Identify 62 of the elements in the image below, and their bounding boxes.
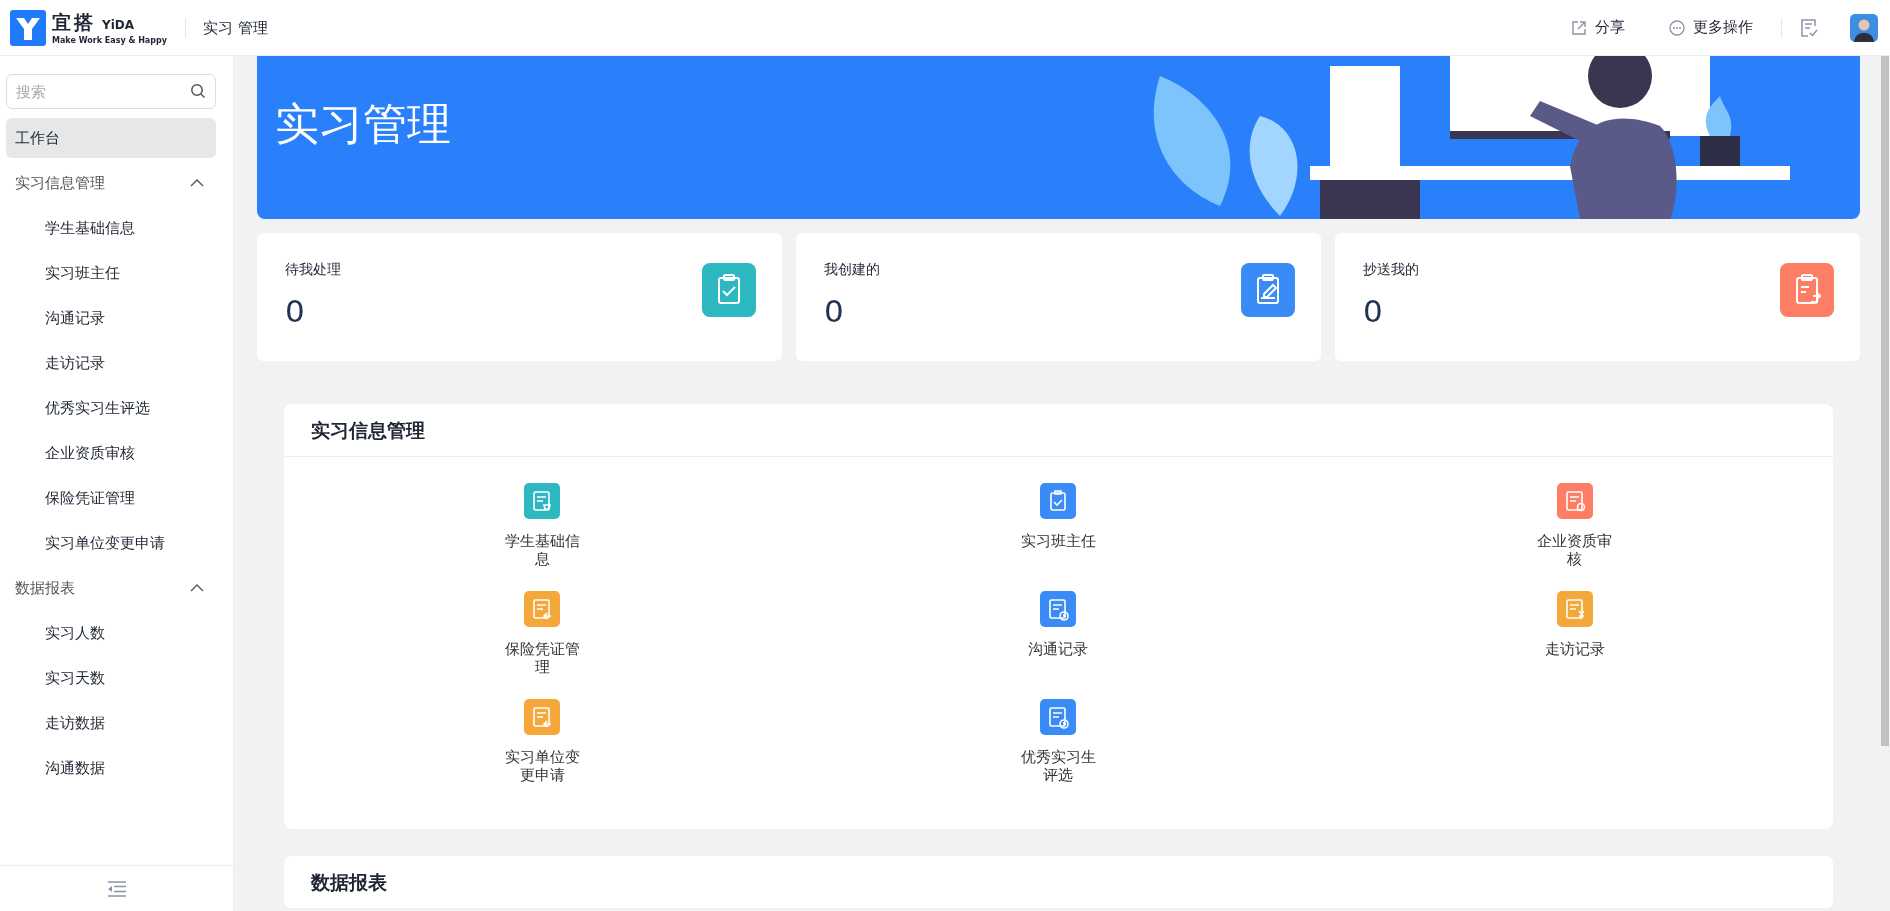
app-entry[interactable]: 实习单位变更申请 <box>284 699 801 807</box>
app-entry[interactable]: 沟通记录 <box>800 591 1317 699</box>
group-label: 数据报表 <box>15 578 75 598</box>
sidebar-item[interactable]: 沟通数据 <box>6 748 216 788</box>
avatar[interactable] <box>1850 13 1878 42</box>
section-title: 数据报表 <box>284 856 1833 909</box>
group-label: 实习信息管理 <box>15 173 105 193</box>
sidebar-item[interactable]: 实习单位变更申请 <box>6 523 216 563</box>
app-entry[interactable]: 实习班主任 <box>800 483 1317 591</box>
app-entry-label: 企业资质审核 <box>1536 532 1614 568</box>
logo-icon <box>10 9 46 46</box>
sidebar-item[interactable]: 实习人数 <box>6 613 216 653</box>
app-entry-label: 走访记录 <box>1543 640 1606 658</box>
app-entry-label: 实习单位变更申请 <box>503 748 581 784</box>
stat-card[interactable]: 抄送我的 0 <box>1335 233 1860 361</box>
sidebar-item[interactable]: 优秀实习生评选 <box>6 388 216 428</box>
logo-wordmark: YiDA <box>102 18 135 32</box>
sidebar-group[interactable]: 数据报表 <box>6 568 216 608</box>
share-icon <box>1571 19 1587 36</box>
sidebar-item[interactable]: 保险凭证管理 <box>6 478 216 518</box>
app-entry[interactable]: 企业资质审核 <box>1316 483 1833 591</box>
stat-label: 抄送我的 <box>1363 261 1419 279</box>
chevron-icon <box>190 179 204 187</box>
app-entry-label: 沟通记录 <box>1027 640 1090 658</box>
checklist-icon[interactable] <box>1800 17 1818 38</box>
sidebar-item[interactable]: 实习班主任 <box>6 253 216 293</box>
more-icon <box>1669 19 1685 36</box>
search-field[interactable]: 搜索 <box>6 74 216 109</box>
app-entry[interactable]: 优秀实习生评选 <box>800 699 1317 807</box>
app-title: 实习 管理 <box>184 17 268 38</box>
stat-label: 我创建的 <box>824 261 880 279</box>
banner-title: 实习管理 <box>275 97 451 151</box>
stat-count: 0 <box>285 293 306 329</box>
sidebar-item[interactable]: 实习天数 <box>6 658 216 698</box>
logo-name: 宜搭 <box>52 10 96 35</box>
app-entry[interactable]: 走访记录 <box>1316 591 1833 699</box>
app-entry-label: 学生基础信息 <box>503 532 581 568</box>
header-action-button[interactable]: 更多操作 <box>1659 14 1763 41</box>
collapse-icon[interactable] <box>106 880 127 897</box>
app-entry[interactable]: 学生基础信息 <box>284 483 801 591</box>
sidebar-item[interactable]: 走访数据 <box>6 703 216 743</box>
search-icon[interactable] <box>190 83 206 99</box>
app-entry-label: 实习班主任 <box>1020 532 1097 550</box>
sidebar-item[interactable]: 沟通记录 <box>6 298 216 338</box>
sidebar-item[interactable]: 走访记录 <box>6 343 216 383</box>
sidebar-item[interactable]: 企业资质审核 <box>6 433 216 473</box>
section-title: 实习信息管理 <box>284 404 1833 457</box>
app-entry-label: 保险凭证管理 <box>503 640 581 676</box>
stat-count: 0 <box>824 293 845 329</box>
chevron-icon <box>190 584 204 592</box>
stat-label: 待我处理 <box>285 261 341 279</box>
app-entry-label: 优秀实习生评选 <box>1020 748 1097 784</box>
app-entry[interactable]: 保险凭证管理 <box>284 591 801 699</box>
scrollbar[interactable] <box>1880 56 1890 911</box>
sidebar-group[interactable]: 实习信息管理 <box>6 163 216 203</box>
sidebar-item[interactable]: 工作台 <box>6 118 216 158</box>
sidebar-item[interactable]: 学生基础信息 <box>6 208 216 248</box>
stat-count: 0 <box>1363 293 1384 329</box>
stat-card[interactable]: 我创建的 0 <box>796 233 1321 361</box>
logo-slogan: Make Work Easy & Happy <box>52 36 167 45</box>
header-action-button[interactable]: 分享 <box>1561 14 1635 41</box>
stat-card[interactable]: 待我处理 0 <box>257 233 782 361</box>
